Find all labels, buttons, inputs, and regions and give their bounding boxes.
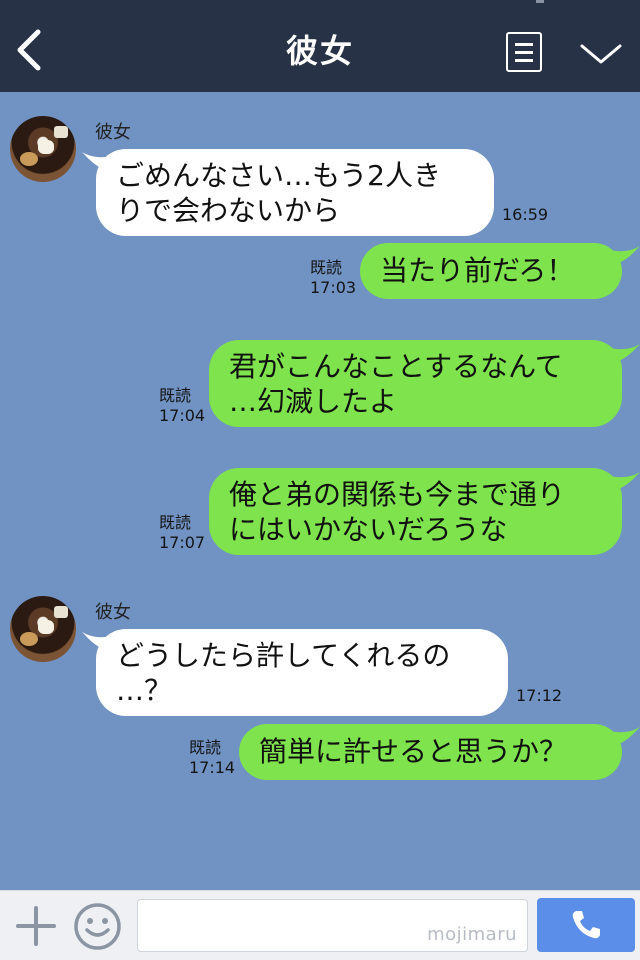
plus-icon[interactable] (16, 906, 56, 946)
message-text: どうしたら許してくれるの (116, 639, 451, 672)
message-bubble[interactable]: 君がこんなことするなんて …幻滅したよ (209, 340, 622, 427)
message-list[interactable]: 彼女 ごめんなさい…もう2人き りで会わないから 16:59 既読 17:03 … (0, 92, 640, 890)
message-composer: mojimaru (0, 890, 640, 960)
message-time: 16:59 (502, 205, 549, 224)
chevron-down-icon[interactable] (578, 40, 624, 68)
read-receipt: 既読 17:07 (159, 513, 206, 552)
bubble-tail (610, 344, 640, 364)
chat-title: 彼女 (285, 32, 354, 70)
message-text: 当たり前だろ！ (380, 254, 575, 287)
bubble-tail (610, 246, 640, 266)
bubble-tail (610, 472, 640, 492)
avatar[interactable] (10, 116, 76, 182)
status-indicator (536, 0, 544, 3)
message-text: 俺と弟の関係も今まで通り (229, 478, 566, 511)
message-bubble[interactable]: 簡単に許せると思うか？ (239, 724, 622, 780)
message-text: ごめんなさい…もう2人き (116, 159, 441, 192)
list-menu-icon[interactable] (506, 32, 542, 72)
smiley-icon[interactable] (73, 902, 122, 951)
message-text: 君がこんなことするなんて (229, 350, 563, 383)
watermark: mojimaru (427, 924, 517, 945)
avatar[interactable] (10, 596, 76, 662)
message-bubble[interactable]: 俺と弟の関係も今まで通り にはいかないだろうな (209, 468, 622, 555)
message-text: にはいかないだろうな (229, 513, 508, 546)
message-bubble[interactable]: ごめんなさい…もう2人き りで会わないから (96, 149, 494, 236)
call-button[interactable] (537, 898, 635, 952)
message-bubble[interactable]: 当たり前だろ！ (360, 243, 622, 299)
chat-header: 彼女 (0, 0, 640, 92)
message-text: …幻滅したよ (229, 385, 398, 418)
read-receipt: 既読 17:04 (159, 386, 206, 425)
message-text: りで会わないから (116, 194, 341, 227)
phone-icon (572, 911, 600, 939)
bubble-tail (610, 727, 640, 747)
sender-name: 彼女 (95, 602, 131, 623)
message-text: …？ (116, 674, 173, 707)
read-receipt: 既読 17:03 (310, 258, 357, 297)
read-receipt: 既読 17:14 (189, 738, 236, 777)
sender-name: 彼女 (95, 122, 131, 143)
message-bubble[interactable]: どうしたら許してくれるの …？ (96, 629, 508, 716)
message-text: 簡単に許せると思うか？ (259, 735, 568, 768)
message-time: 17:12 (516, 686, 563, 705)
message-input[interactable]: mojimaru (137, 899, 528, 952)
